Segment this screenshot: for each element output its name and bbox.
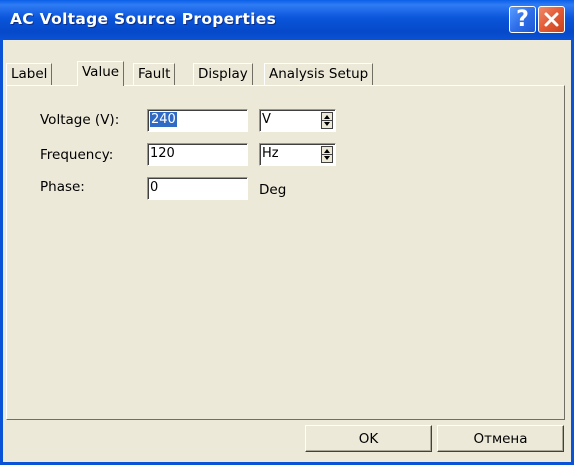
voltage-label: Voltage (V):: [40, 112, 120, 128]
frequency-label: Frequency:: [40, 147, 114, 163]
cancel-button[interactable]: Отмена: [437, 425, 564, 452]
frequency-unit-select[interactable]: Hz: [259, 143, 336, 166]
close-button[interactable]: [538, 6, 565, 33]
spin-updown-icon[interactable]: [321, 112, 333, 129]
voltage-input[interactable]: 240: [147, 109, 248, 132]
phase-value: 0: [150, 180, 159, 195]
phase-unit-label: Deg: [259, 182, 287, 198]
close-icon: [544, 12, 559, 27]
frequency-input[interactable]: 120: [147, 143, 248, 166]
phase-input[interactable]: 0: [147, 177, 248, 200]
tab-fault[interactable]: Fault: [133, 63, 176, 85]
phase-label: Phase:: [40, 179, 85, 195]
frequency-value: 120: [150, 146, 175, 161]
voltage-value: 240: [150, 112, 177, 127]
ok-button[interactable]: OK: [305, 425, 432, 452]
tab-analysis-setup[interactable]: Analysis Setup: [264, 63, 374, 85]
voltage-unit-value: V: [262, 112, 271, 127]
tab-display[interactable]: Display: [193, 63, 253, 85]
help-icon: ?: [516, 6, 529, 32]
title-bar: AC Voltage Source Properties ?: [0, 0, 574, 40]
tab-value[interactable]: Value: [77, 61, 125, 86]
tab-label[interactable]: Label: [6, 63, 53, 85]
frequency-unit-value: Hz: [262, 146, 279, 161]
help-button[interactable]: ?: [509, 6, 536, 33]
voltage-unit-select[interactable]: V: [259, 109, 336, 132]
window-title: AC Voltage Source Properties: [10, 10, 277, 28]
value-tab-panel: Voltage (V): 240 V Frequency: 120 Hz Pha…: [6, 85, 565, 420]
spin-updown-icon[interactable]: [321, 146, 333, 163]
